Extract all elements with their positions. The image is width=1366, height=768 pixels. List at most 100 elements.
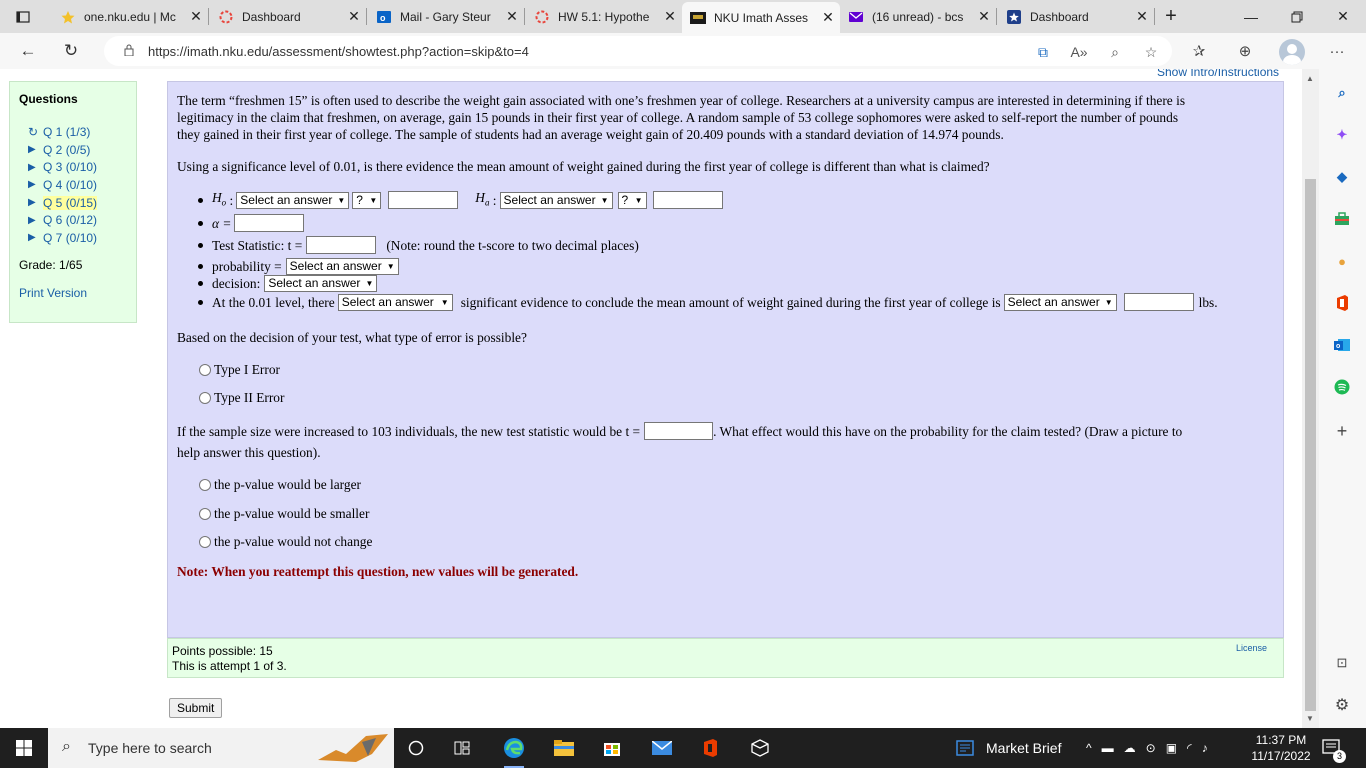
more-icon[interactable]: ··· [1326,40,1348,62]
notification-center-button[interactable]: 3 [1322,728,1346,768]
tab-dashboard[interactable]: Dashboard ✕ [210,0,366,33]
toolbox-icon[interactable] [1332,209,1352,229]
pvalue-smaller-option[interactable]: the p-value would be smaller [199,505,369,522]
conclusion-value-input[interactable] [1123,293,1194,311]
store-icon[interactable] [592,732,632,764]
start-button[interactable] [0,728,48,768]
cortana-icon[interactable] [396,732,436,764]
radio-button[interactable] [199,391,211,404]
clock[interactable]: 11:37 PM 11/17/2022 [1248,732,1314,764]
probability-select[interactable]: Select an answer ▼ [285,257,399,275]
tab-one-nku[interactable]: one.nku.edu | Mc ✕ [52,0,208,33]
close-icon[interactable]: ✕ [188,8,204,25]
zoom-icon[interactable]: ⌕ [1106,43,1124,61]
ha-parameter-select[interactable]: Select an answer ▼ [499,191,613,209]
minimize-button[interactable]: — [1228,0,1274,33]
search-icon[interactable]: ⌕ [1332,83,1352,103]
security-icon[interactable]: ⊙ [1146,741,1156,755]
question-link-2[interactable]: ▶ Q 2 (0/5) [28,141,97,159]
favorites-icon[interactable]: ✰ [1188,40,1210,62]
plus-icon[interactable]: + [1332,421,1352,441]
pvalue-larger-option[interactable]: the p-value would be larger [199,476,361,493]
question-link-7[interactable]: ▶ Q 7 (0/10) [28,229,97,247]
volume-icon[interactable]: ♪ [1202,741,1208,755]
question-link-5[interactable]: ▶ Q 5 (0/15) [28,194,98,212]
office-icon[interactable] [690,732,730,764]
vertical-scrollbar[interactable]: ▲ ▼ [1302,69,1319,728]
type-i-error-option[interactable]: Type I Error [199,361,280,378]
print-version-link[interactable]: Print Version [19,286,87,300]
file-explorer-icon[interactable] [544,732,584,764]
license-link[interactable]: License [1236,643,1267,653]
scroll-up-icon[interactable]: ▲ [1306,74,1314,83]
ha-value-input[interactable] [652,191,723,209]
scroll-down-icon[interactable]: ▼ [1306,714,1314,723]
task-view-icon[interactable] [442,732,482,764]
question-link-4[interactable]: ▶ Q 4 (0/10) [28,176,97,194]
h0-parameter-select[interactable]: Select an answer ▼ [236,191,350,209]
close-icon[interactable]: ✕ [976,8,992,25]
yahoo-mail-icon [848,9,864,25]
ha-operator-select[interactable]: ? ▼ [617,191,647,209]
submit-button[interactable]: Submit [169,698,223,718]
close-window-button[interactable]: ✕ [1320,0,1366,33]
new-test-statistic-input[interactable] [644,422,714,440]
tab-mail[interactable]: o Mail - Gary Steur ✕ [368,0,524,33]
app-available-icon[interactable]: ⧉ [1034,43,1052,61]
conclusion-direction-select[interactable]: Select an answer ▼ [1003,293,1117,311]
new-tab-button[interactable]: + [1148,0,1194,33]
mail-icon[interactable] [642,732,682,764]
conclusion-evidence-select[interactable]: Select an answer ▼ [337,293,453,311]
radio-button[interactable] [199,507,211,520]
tab-actions-button[interactable] [0,0,46,33]
tab-blackboard-dashboard[interactable]: Dashboard ✕ [998,0,1154,33]
address-bar[interactable]: https://imath.nku.edu/assessment/showtes… [104,36,1172,66]
games-icon[interactable]: ● [1332,251,1352,271]
spotify-icon[interactable] [1332,377,1352,397]
tab-yahoo-mail[interactable]: (16 unread) - bcs ✕ [840,0,996,33]
edge-app-icon[interactable] [494,732,534,768]
display-icon[interactable]: ▣ [1166,741,1177,755]
decision-select[interactable]: Select an answer ▼ [264,274,378,292]
chevron-up-icon[interactable]: ^ [1086,741,1092,755]
tab-nku-imath[interactable]: NKU Imath Asses ✕ [682,2,840,33]
battery-icon[interactable]: ▬ [1102,741,1114,755]
close-icon[interactable]: ✕ [504,8,520,25]
collections-icon[interactable]: ⊕ [1234,40,1256,62]
wifi-icon[interactable]: ◜ [1187,741,1192,755]
market-brief-widget[interactable]: Market Brief [956,728,1061,768]
question-link-1[interactable]: ↻ Q 1 (1/3) [28,123,97,141]
question-link-6[interactable]: ▶ Q 6 (0/12) [28,211,97,229]
onedrive-icon[interactable]: ☁ [1124,741,1136,755]
radio-button[interactable] [199,535,211,548]
pvalue-no-change-option[interactable]: the p-value would not change [199,533,372,550]
h0-operator-select[interactable]: ? ▼ [352,191,382,209]
h0-value-input[interactable] [388,191,459,209]
add-favorite-icon[interactable]: ☆ [1142,43,1160,61]
cube-app-icon[interactable] [740,732,780,764]
scrollbar-thumb[interactable] [1305,179,1316,711]
radio-button[interactable] [199,478,211,491]
close-icon[interactable]: ✕ [820,9,836,26]
refresh-button[interactable]: ↻ [57,37,85,65]
outlook-icon[interactable]: o [1332,335,1352,355]
tab-hw[interactable]: HW 5.1: Hypothe ✕ [526,0,682,33]
tag-icon[interactable]: ◆ [1332,167,1352,187]
taskbar-search[interactable]: ⌕ Type here to search [48,728,394,768]
back-button[interactable]: ← [14,37,42,65]
office-icon[interactable] [1332,293,1352,313]
read-aloud-icon[interactable]: A» [1070,43,1088,61]
sidebar-toggle-icon[interactable]: ⊡ [1332,653,1352,673]
alpha-input[interactable] [234,214,305,232]
settings-gear-icon[interactable]: ⚙ [1332,695,1352,715]
show-intro-link[interactable]: Show Intro/Instructions [1157,69,1279,79]
close-icon[interactable]: ✕ [662,8,678,25]
sparkle-icon[interactable]: ✦ [1332,125,1352,145]
radio-button[interactable] [199,363,211,376]
type-ii-error-option[interactable]: Type II Error [199,389,284,406]
question-link-3[interactable]: ▶ Q 3 (0/10) [28,158,97,176]
avatar[interactable] [1279,39,1305,65]
test-statistic-input[interactable] [306,236,377,254]
close-icon[interactable]: ✕ [346,8,362,25]
restore-button[interactable] [1274,0,1320,33]
